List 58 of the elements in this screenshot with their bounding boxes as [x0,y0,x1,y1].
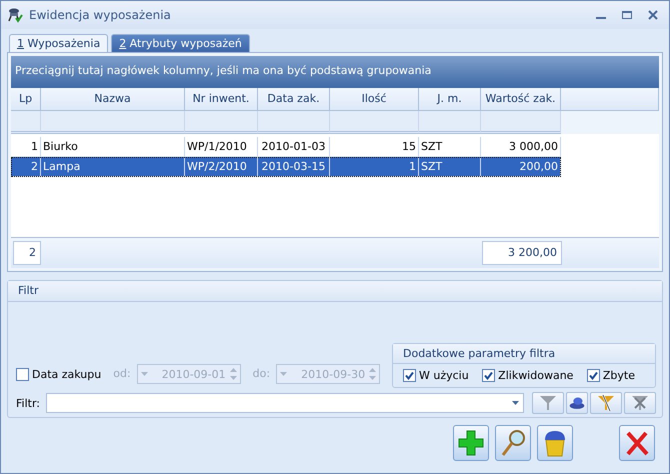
close-icon[interactable] [647,9,659,21]
filter-cell[interactable] [185,111,258,134]
checkbox-label: Zlikwidowane [498,369,574,382]
spinner-icon [369,367,376,381]
spinner-icon [230,367,237,381]
table-cell: 2010-03-15 [258,157,330,177]
filter-clear-button[interactable] [624,392,656,414]
close-button[interactable] [619,425,655,461]
field-label: do: [252,366,270,382]
table-cell: 1 [330,157,419,177]
table-cell: Lampa [41,157,185,177]
window-title: Ewidencja wyposażenia [29,8,172,22]
checkbox-label: Data zakupu [32,368,102,380]
filter-field[interactable] [46,393,524,413]
summary-cell: 3 200,00 [482,241,562,265]
filter-cell[interactable] [41,111,185,134]
table-row[interactable]: 2 Lampa WP/2/2010 2010-03-15 1 SZT 200,00 [11,157,561,177]
column-header[interactable]: Ilość [330,88,419,111]
filter-cell[interactable] [258,111,330,134]
column-header[interactable]: J. m. [419,88,481,111]
delete-button[interactable] [537,425,573,461]
column-header[interactable]: Lp [11,88,41,111]
field-label: od: [113,366,131,382]
dropdown-icon [280,372,288,376]
filter-cell[interactable] [330,111,419,134]
date-field: 2010-09-30 [276,364,380,384]
column-header[interactable]: Nazwa [41,88,185,111]
table-cell: 2 [11,157,41,177]
group-title: Dodatkowe parametry filtra [393,344,655,364]
tab[interactable]: 1 Wyposażenia [9,34,108,52]
table-cell: SZT [419,157,481,177]
panel-title: Filtr [8,281,662,302]
column-header[interactable]: Nr inwent. [185,88,258,111]
summary-cell: 2 [13,241,41,265]
field-label: Filtr: [16,396,41,410]
column-header[interactable]: Wartość zak. [481,88,561,111]
add-button[interactable] [453,425,489,461]
maximize-icon[interactable] [621,9,633,21]
group-by-bar: Przeciągnij tutaj nagłówek kolumny, jeśli ma ona być podstawą grupowania [11,56,659,88]
checkbox[interactable] [482,369,496,382]
date-field: 2010-09-01 [136,364,241,384]
table-cell: WP/2/2010 [185,157,258,177]
checkbox[interactable] [586,369,600,382]
dropdown-icon [512,401,519,405]
checkbox-label: Zbyte [602,369,635,382]
column-header[interactable]: Data zak. [258,88,330,111]
filter-cell[interactable] [11,111,41,134]
tab[interactable]: 2 Atrybuty wyposażeń [111,34,250,52]
checkbox[interactable] [403,369,416,382]
plus-icon [456,428,486,458]
filter-cell[interactable] [419,111,481,134]
dropdown-icon [140,372,148,376]
stamp-button[interactable] [566,392,588,414]
search-button[interactable] [495,425,531,461]
filter-cell[interactable] [481,111,561,134]
app-icon [7,7,23,23]
checkbox-label: W użyciu [419,369,469,382]
table-cell: 200,00 [481,157,561,177]
